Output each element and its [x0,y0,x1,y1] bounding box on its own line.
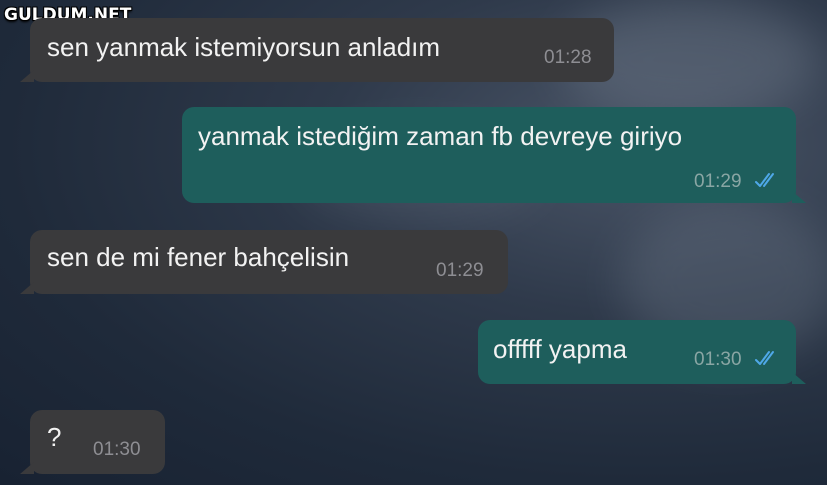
message-bubble-incoming[interactable]: sen yanmak istemiyorsun anladım 01:28 [20,18,614,82]
read-ticks-icon [755,351,774,365]
message-text: ? [47,422,62,452]
message-timestamp: 01:29 [436,260,484,281]
message-bubble-outgoing[interactable]: offfff yapma 01:30 [478,320,806,384]
message-timestamp: 01:30 [93,439,141,460]
read-ticks-icon [755,173,774,187]
message-text: yanmak istediğim zaman fb devreye giriyo [198,121,683,151]
message-bubble-incoming[interactable]: sen de mi fener bahçelisin 01:29 [20,230,508,294]
message-timestamp: 01:30 [694,349,742,370]
message-timestamp: 01:28 [544,47,592,68]
message-timestamp: 01:29 [694,171,742,192]
message-text: sen yanmak istemiyorsun anladım [47,32,441,62]
message-text: sen de mi fener bahçelisin [47,242,350,272]
message-bubble-incoming[interactable]: ? 01:30 [20,410,165,474]
message-bubble-outgoing[interactable]: yanmak istediğim zaman fb devreye giriyo… [182,107,806,203]
message-text: offfff yapma [493,334,627,364]
